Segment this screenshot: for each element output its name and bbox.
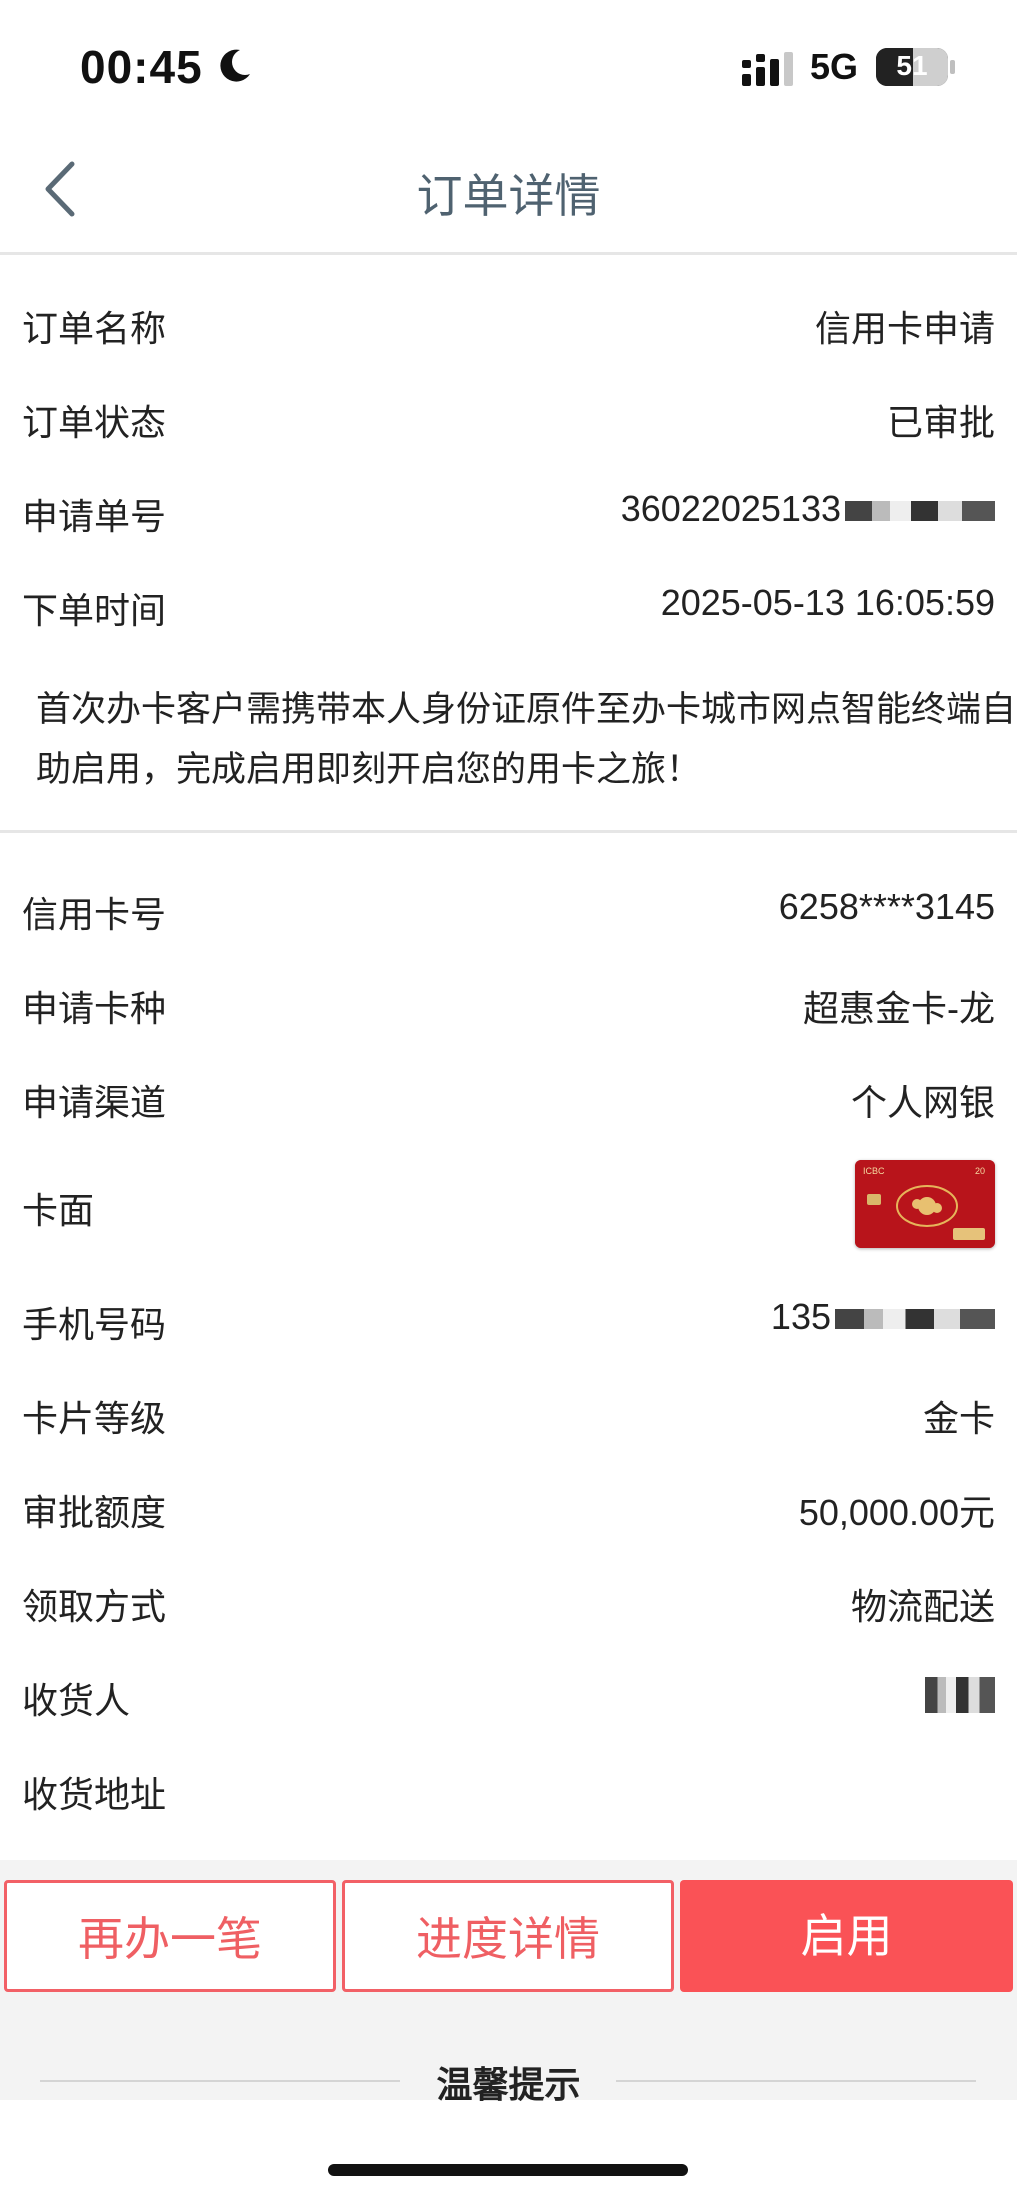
moon-icon xyxy=(220,49,250,82)
action-bar: 再办一笔 进度详情 启用 温馨提示 xyxy=(0,1860,1017,2105)
row-label: 卡面 xyxy=(22,1190,95,1231)
card-row-recipient: 收货人 xyxy=(0,1648,1017,1742)
page-title: 订单详情 xyxy=(416,170,601,222)
row-value: 6258****3145 xyxy=(778,886,995,927)
card-row-phone: 手机号码 135 xyxy=(0,1272,1017,1366)
order-row-status: 订单状态 已审批 xyxy=(0,370,1017,464)
phone-number: 135 xyxy=(770,1296,831,1337)
row-label: 审批额度 xyxy=(22,1492,167,1533)
activation-notice: 首次办卡客户需携带本人身份证原件至办卡城市网点智能终端自助启用，完成启用即刻开启… xyxy=(36,690,1017,789)
progress-detail-button[interactable]: 进度详情 xyxy=(342,1880,674,1992)
row-label: 领取方式 xyxy=(22,1586,167,1627)
row-value: 个人网银 xyxy=(850,1082,995,1123)
row-value: 2025-05-13 16:05:59 xyxy=(660,582,995,623)
row-value: 金卡 xyxy=(922,1398,995,1439)
activate-button[interactable]: 启用 xyxy=(680,1880,1013,1992)
row-label: 申请卡种 xyxy=(22,988,167,1029)
redacted-mask xyxy=(835,1309,995,1330)
row-label: 申请渠道 xyxy=(22,1082,167,1123)
order-row-number: 申请单号 36022025133 xyxy=(0,464,1017,558)
status-bar: 00:45 5G 51 xyxy=(0,0,1017,130)
row-value-wrap: 36022025133 xyxy=(621,488,995,530)
row-value: 50,000.00元 xyxy=(798,1492,995,1533)
order-row-time: 下单时间 2025-05-13 16:05:59 xyxy=(0,558,1017,652)
row-label: 收货人 xyxy=(22,1680,131,1721)
order-row-name: 订单名称 信用卡申请 xyxy=(0,276,1017,370)
row-value-wrap xyxy=(921,1672,995,1714)
tips-title: 温馨提示 xyxy=(436,2064,581,2105)
row-value: 已审批 xyxy=(886,402,995,443)
application-number: 36022025133 xyxy=(620,488,841,529)
card-brand-text: ICBC xyxy=(863,1166,885,1176)
nav-bar: 订单详情 xyxy=(0,130,1017,255)
battery-tip xyxy=(950,60,955,74)
row-value: 信用卡申请 xyxy=(814,308,995,349)
battery-level: 51 xyxy=(896,50,928,81)
section-divider xyxy=(0,830,1017,833)
row-label: 收货地址 xyxy=(22,1774,167,1815)
card-face-image[interactable]: ICBC 20 xyxy=(855,1160,995,1248)
battery-icon: 51 xyxy=(876,48,948,86)
network-type: 5G xyxy=(810,46,859,87)
row-label: 信用卡号 xyxy=(22,894,167,935)
row-value: 物流配送 xyxy=(850,1586,995,1627)
card-row-delivery: 领取方式 物流配送 xyxy=(0,1554,1017,1648)
home-indicator xyxy=(328,2164,688,2176)
card-row-type: 申请卡种 超惠金卡-龙 xyxy=(0,956,1017,1050)
row-label: 手机号码 xyxy=(22,1304,167,1345)
redacted-mask xyxy=(845,501,995,522)
card-row-channel: 申请渠道 个人网银 xyxy=(0,1050,1017,1144)
redacted-mask xyxy=(925,1677,995,1714)
card-badge-text: 20 xyxy=(975,1166,985,1176)
row-label: 下单时间 xyxy=(22,590,167,631)
signal-icon xyxy=(742,52,793,86)
card-row-number: 信用卡号 6258****3145 xyxy=(0,862,1017,956)
card-row-address: 收货地址 xyxy=(0,1742,1017,1836)
row-value-wrap: 135 xyxy=(771,1296,995,1338)
row-value: 超惠金卡-龙 xyxy=(803,988,995,1029)
apply-again-button[interactable]: 再办一笔 xyxy=(4,1880,336,1992)
row-label: 订单名称 xyxy=(22,308,167,349)
row-label: 订单状态 xyxy=(22,402,167,443)
row-label: 申请单号 xyxy=(22,496,167,537)
card-row-limit: 审批额度 50,000.00元 xyxy=(0,1460,1017,1554)
row-label: 卡片等级 xyxy=(22,1398,167,1439)
card-row-level: 卡片等级 金卡 xyxy=(0,1366,1017,1460)
status-time: 00:45 xyxy=(80,41,203,93)
